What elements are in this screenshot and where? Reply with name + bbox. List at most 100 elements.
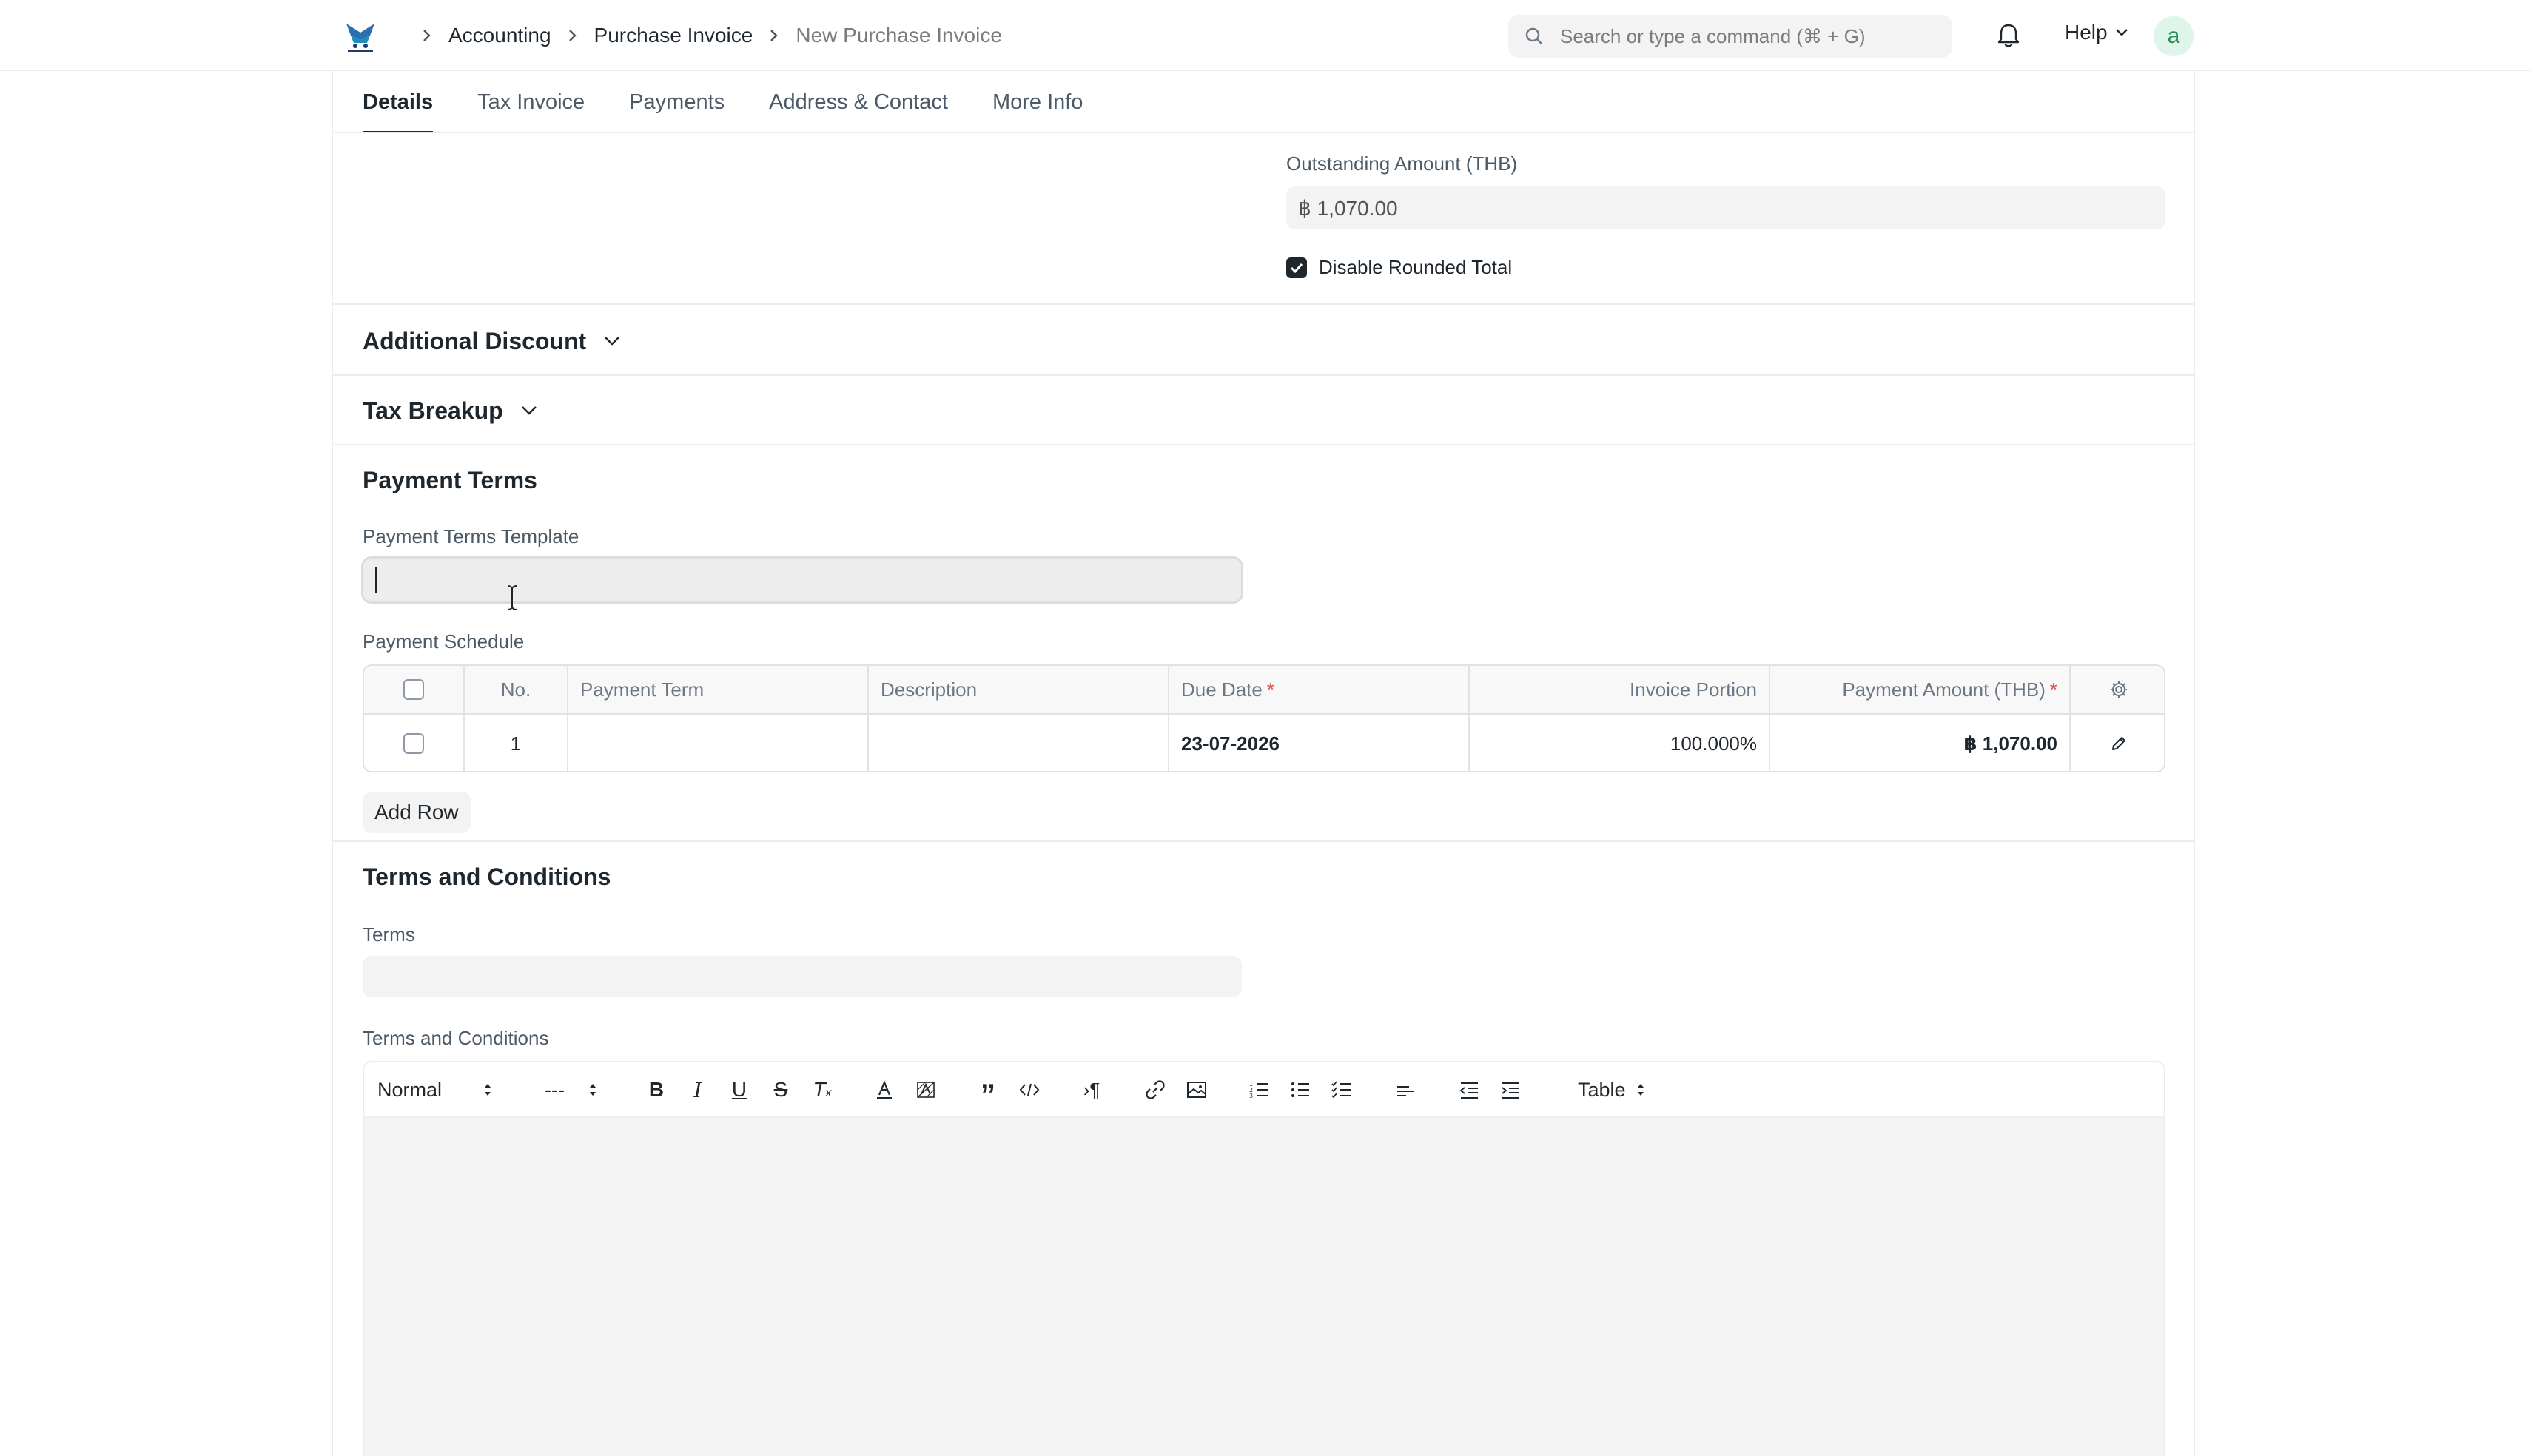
section-divider <box>333 840 2194 842</box>
cell-no: 1 <box>465 715 568 771</box>
bullet-list-icon[interactable] <box>1286 1076 1314 1104</box>
edit-pencil-icon[interactable] <box>2110 735 2128 752</box>
table-select-value: Table <box>1578 1078 1626 1101</box>
row-checkbox[interactable] <box>403 733 424 754</box>
section-terms-and-conditions: Terms and Conditions <box>363 863 611 890</box>
search-input[interactable]: Search or type a command (⌘ + G) <box>1508 15 1952 58</box>
section-divider <box>333 444 2194 445</box>
ordered-list-icon[interactable]: 123 <box>1245 1076 1273 1104</box>
col-payment-amount-label: Payment Amount (THB) <box>1842 678 2046 701</box>
top-navbar: Accounting Purchase Invoice New Purchase… <box>0 0 2531 71</box>
disable-rounded-total-checkbox[interactable]: Disable Rounded Total <box>1286 256 1512 279</box>
italic-icon[interactable]: I <box>684 1076 712 1104</box>
section-title-text: Tax Breakup <box>363 397 503 424</box>
payment-schedule-table: No. Payment Term Description Due Date * I… <box>363 664 2165 772</box>
editor-content-area[interactable] <box>364 1117 2164 1456</box>
text-caret <box>375 567 377 593</box>
text-direction-icon[interactable]: ›¶ <box>1078 1076 1106 1104</box>
text-color-icon[interactable] <box>870 1076 898 1104</box>
chevron-right-icon <box>422 28 432 43</box>
tab-more-info[interactable]: More Info <box>992 71 1083 133</box>
select-all-checkbox[interactable] <box>403 679 424 700</box>
clear-format-icon[interactable]: Tx <box>808 1076 836 1104</box>
payment-terms-template-input[interactable] <box>361 556 1243 604</box>
tab-address-contact[interactable]: Address & Contact <box>769 71 948 133</box>
terms-rich-text-editor: Normal --- B I U S Tx ” ›¶ 123 Table <box>363 1061 2165 1456</box>
breadcrumb: Accounting Purchase Invoice New Purchase… <box>406 19 1002 52</box>
indent-icon[interactable] <box>1496 1076 1525 1104</box>
breadcrumb-accounting[interactable]: Accounting <box>448 24 551 47</box>
breadcrumb-purchase-invoice[interactable]: Purchase Invoice <box>594 24 753 47</box>
section-divider <box>333 374 2194 376</box>
chevron-down-icon <box>605 337 620 346</box>
bold-icon[interactable]: B <box>642 1076 670 1104</box>
row-edit-cell <box>2071 715 2164 771</box>
col-payment-amount: Payment Amount (THB) * <box>1770 666 2071 713</box>
tab-payments[interactable]: Payments <box>629 71 725 133</box>
section-additional-discount[interactable]: Additional Discount <box>363 324 620 358</box>
add-row-button[interactable]: Add Row <box>363 792 471 833</box>
image-icon[interactable] <box>1183 1076 1211 1104</box>
payment-terms-template-label: Payment Terms Template <box>363 525 579 547</box>
avatar[interactable]: a <box>2154 16 2194 56</box>
section-title-text: Additional Discount <box>363 327 587 354</box>
form-tabs: Details Tax Invoice Payments Address & C… <box>363 71 1127 133</box>
help-dropdown[interactable]: Help <box>2065 21 2128 44</box>
required-marker: * <box>1266 678 1274 701</box>
search-placeholder: Search or type a command (⌘ + G) <box>1560 24 1866 47</box>
outstanding-amount-field: ฿ 1,070.00 <box>1286 186 2165 229</box>
updown-arrows-icon <box>589 1084 596 1096</box>
underline-icon[interactable]: U <box>725 1076 753 1104</box>
app-logo-icon[interactable] <box>342 18 379 55</box>
align-left-icon[interactable] <box>1391 1076 1419 1104</box>
checkbox-checked-icon <box>1286 257 1307 278</box>
strikethrough-icon[interactable]: S <box>767 1076 795 1104</box>
text-cursor-icon <box>507 585 517 610</box>
terms-input[interactable] <box>363 956 1242 997</box>
chevron-right-icon <box>568 28 578 43</box>
col-invoice-portion: Invoice Portion <box>1470 666 1770 713</box>
tab-details[interactable]: Details <box>363 71 434 133</box>
gear-icon[interactable] <box>2109 680 2128 699</box>
search-icon <box>1525 27 1542 44</box>
table-header: No. Payment Term Description Due Date * I… <box>364 666 2164 715</box>
terms-label: Terms <box>363 923 415 946</box>
link-icon[interactable] <box>1141 1076 1169 1104</box>
chevron-down-icon <box>2115 29 2128 36</box>
cell-payment-amount[interactable]: ฿ 1,070.00 <box>1770 715 2071 771</box>
check-list-icon[interactable] <box>1328 1076 1356 1104</box>
tab-tax-invoice[interactable]: Tax Invoice <box>477 71 585 133</box>
tabs-divider <box>332 132 2195 133</box>
help-label: Help <box>2065 21 2108 44</box>
cell-payment-term[interactable] <box>568 715 869 771</box>
size-select-value: --- <box>545 1078 565 1101</box>
table-select[interactable]: Table <box>1578 1062 1645 1117</box>
terms-editor-label: Terms and Conditions <box>363 1027 549 1049</box>
col-no: No. <box>465 666 568 713</box>
cell-description[interactable] <box>869 715 1169 771</box>
section-payment-terms: Payment Terms <box>363 466 537 493</box>
outstanding-amount-label: Outstanding Amount (THB) <box>1286 152 1518 175</box>
required-marker: * <box>2049 678 2057 701</box>
table-row[interactable]: 1 23-07-2026 100.000% ฿ 1,070.00 <box>364 715 2164 771</box>
disable-rounded-total-label: Disable Rounded Total <box>1319 256 1513 278</box>
size-select[interactable]: --- <box>545 1062 597 1117</box>
chevron-right-icon <box>769 28 779 43</box>
section-tax-breakup[interactable]: Tax Breakup <box>363 394 537 428</box>
code-block-icon[interactable] <box>1015 1076 1043 1104</box>
outdent-icon[interactable] <box>1455 1076 1483 1104</box>
format-select[interactable]: Normal <box>377 1062 492 1117</box>
blockquote-icon[interactable]: ” <box>974 1076 1002 1110</box>
background-color-icon[interactable] <box>912 1076 940 1104</box>
editor-toolbar: Normal --- B I U S Tx ” ›¶ 123 Table <box>364 1062 2164 1117</box>
svg-text:3: 3 <box>1249 1093 1253 1099</box>
cell-due-date[interactable]: 23-07-2026 <box>1169 715 1470 771</box>
notification-bell-icon[interactable] <box>1994 21 2023 50</box>
format-select-value: Normal <box>377 1078 443 1101</box>
cell-invoice-portion[interactable]: 100.000% <box>1470 715 1770 771</box>
select-all-cell <box>364 666 465 713</box>
payment-schedule-label: Payment Schedule <box>363 630 525 653</box>
breadcrumb-current: New Purchase Invoice <box>796 24 1002 47</box>
col-due-date: Due Date * <box>1169 666 1470 713</box>
updown-arrows-icon <box>485 1084 491 1096</box>
